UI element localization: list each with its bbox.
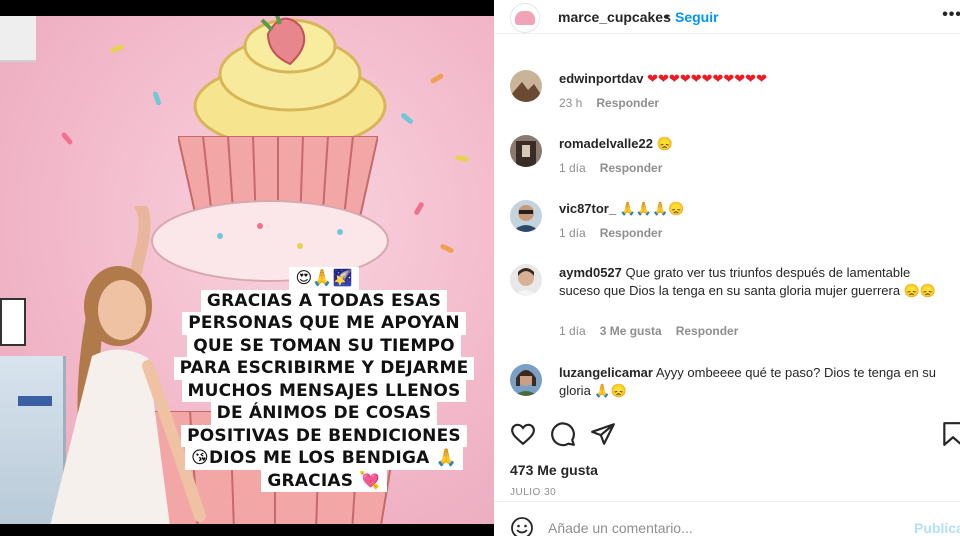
share-icon[interactable] (590, 421, 616, 447)
comment-input[interactable] (548, 519, 888, 536)
comment-time[interactable]: 1 día (559, 226, 586, 240)
overlay-line: GRACIAS A TODAS ESAS (200, 289, 448, 312)
reply-button[interactable]: Responder (600, 161, 663, 175)
avatar[interactable] (510, 70, 542, 102)
avatar-image (510, 135, 542, 167)
avatar[interactable] (510, 3, 540, 33)
avatar-image (510, 364, 542, 396)
comment-meta: 1 día Responder (559, 161, 676, 175)
comment-username[interactable]: romadelvalle22 (559, 136, 653, 151)
heart-arrow-emoji: 💘 (359, 470, 381, 491)
comment-likes[interactable]: 3 Me gusta (600, 324, 662, 338)
overlay-emoji-line: 😍🙏🌠 (289, 267, 359, 290)
follow-button[interactable]: Seguir (675, 9, 719, 25)
post-date[interactable]: JULIO 30 (510, 487, 556, 498)
more-icon[interactable]: ••• (942, 6, 960, 24)
avatar[interactable] (510, 135, 542, 167)
overlay-line: PERSONAS QUE ME APOYAN (182, 312, 466, 335)
overlay-line-blessing: 😘DIOS ME LOS BENDIGA 🙏 (185, 447, 463, 470)
avatar-image (510, 264, 542, 296)
post-header: marce_cupcakes • Seguir ••• (494, 0, 960, 34)
post-actions (510, 421, 960, 449)
overlay-line-text: GRACIAS (267, 470, 354, 491)
likes-count[interactable]: 473 Me gusta (510, 462, 598, 478)
comment-meta: 23 h Responder (559, 96, 673, 110)
reply-button[interactable]: Responder (676, 324, 739, 338)
overlay-line: DE ÁNIMOS DE COSAS (210, 402, 438, 425)
comment-body: edwinportdav ❤❤❤❤❤❤❤❤❤❤❤ (559, 70, 949, 88)
comment-body: romadelvalle22 😞 (559, 135, 949, 153)
avatar-image (510, 200, 542, 232)
overlay-line: QUE SE TOMAN SU TIEMPO (187, 334, 461, 357)
comment-time[interactable]: 23 h (559, 96, 582, 110)
comment-username[interactable]: edwinportdav (559, 71, 644, 86)
bookmark-icon[interactable] (940, 421, 960, 447)
avatar[interactable] (510, 364, 542, 396)
comment-body: aymd0527 Que grato ver tus triunfos desp… (559, 264, 949, 300)
reply-button[interactable]: Responder (596, 96, 659, 110)
avatar[interactable] (510, 264, 542, 296)
cupcake-frosting-mural (193, 16, 387, 146)
avatar-image (510, 70, 542, 102)
smiley-icon[interactable] (510, 516, 534, 536)
comment-time[interactable]: 1 día (559, 324, 586, 338)
comment-meta: 1 día 3 Me gusta Responder (559, 324, 752, 338)
comment-username[interactable]: vic87tor_ (559, 201, 616, 216)
comment-text: 🙏🙏🙏😞 (619, 201, 685, 216)
text-overlay: 😍🙏🌠 GRACIAS A TODAS ESAS PERSONAS QUE ME… (173, 267, 475, 492)
overlay-line: POSITIVAS DE BENDICIONES (181, 424, 467, 447)
comment-username[interactable]: aymd0527 (559, 265, 622, 280)
overlay-line: MUCHOS MENSAJES LLENOS (181, 379, 467, 402)
heart-icon[interactable] (510, 421, 536, 447)
reply-button[interactable]: Responder (600, 226, 663, 240)
overlay-line: PARA ESCRIBIRME Y DEJARME (173, 357, 475, 380)
air-conditioner (0, 16, 36, 62)
comment-username[interactable]: luzangelicamar (559, 365, 653, 380)
qr-code-sign (0, 298, 26, 346)
overlay-line-thanks: GRACIAS 💘 (261, 469, 387, 492)
post-media[interactable]: 😍🙏🌠 GRACIAS A TODAS ESAS PERSONAS QUE ME… (0, 16, 494, 524)
comment-icon[interactable] (550, 421, 576, 447)
overlay-line-text: DIOS ME LOS BENDIGA (208, 448, 430, 468)
add-comment-bar: Publicar (494, 501, 960, 536)
kiss-emoji: 😘 (191, 448, 209, 468)
comment-text: 😞 (656, 136, 673, 151)
dot-separator: • (664, 8, 669, 24)
comment-text: ❤❤❤❤❤❤❤❤❤❤❤ (647, 71, 767, 86)
publish-button[interactable]: Publicar (914, 520, 960, 536)
comment-time[interactable]: 1 día (559, 161, 586, 175)
avatar[interactable] (510, 200, 542, 232)
post-details-panel: marce_cupcakes • Seguir ••• edwinportdav… (494, 0, 960, 536)
comment-body: vic87tor_ 🙏🙏🙏😞 (559, 200, 949, 218)
comment-body: luzangelicamar Ayyy ombeeee qué te paso?… (559, 364, 949, 400)
pray-emoji: 🙏 (435, 448, 457, 468)
cupcake-logo-icon (515, 11, 535, 25)
comment-meta: 1 día Responder (559, 226, 676, 240)
post-username[interactable]: marce_cupcakes (558, 9, 671, 25)
